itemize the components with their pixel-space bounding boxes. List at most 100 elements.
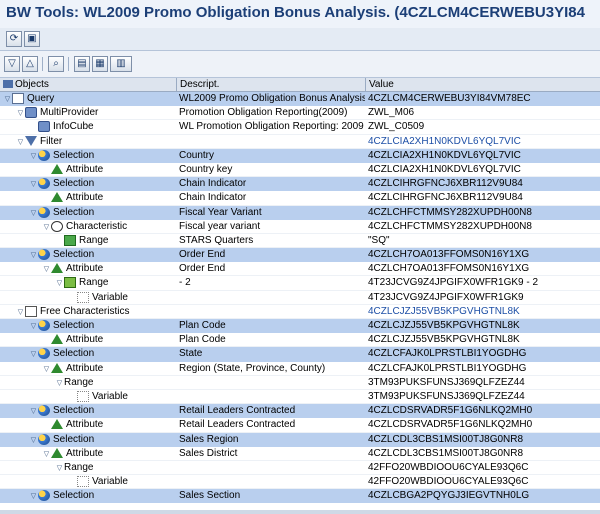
tree-row[interactable]: ▽ Selection Chain Indicator 4CZLCIHRGFNCJ6X…: [0, 177, 600, 192]
description-cell: WL2009 Promo Obligation Bonus Analysis.: [179, 93, 365, 104]
object-cell[interactable]: ▽ Free Characteristics: [0, 305, 192, 319]
tree-row[interactable]: ▽ Selection Country 4CZLCIA2XH1N0KDVL6YQL7V…: [0, 148, 600, 163]
expand-toggle-icon[interactable]: ▽: [29, 433, 38, 447]
object-cell[interactable]: ▽ Selection: [0, 347, 205, 361]
expand-toggle-icon[interactable]: ▽: [16, 305, 25, 319]
tree-row[interactable]: ▽ MultiProvider Promotion Obligation Repor…: [0, 106, 600, 121]
tree-row[interactable]: ▽ Selection Sales Region 4CZLCDL3CBS1MSI00T…: [0, 432, 600, 447]
tree-row[interactable]: ▽ Selection Retail Leaders Contracted 4CZLC…: [0, 404, 600, 419]
expand-toggle-icon[interactable]: ▽: [29, 206, 38, 220]
column-divider[interactable]: [176, 78, 177, 91]
tree-row[interactable]: Attribute Chain Indicator 4CZLCIHRGFNCJ6XB…: [0, 191, 600, 206]
description-cell: State: [179, 348, 203, 360]
object-label: Range: [79, 277, 109, 289]
layout-icon[interactable]: ▦: [92, 56, 108, 72]
tree-row[interactable]: ▽ Selection State 4CZLCFAJK0LPRSTLBI1YOGDHG: [0, 347, 600, 362]
tree-row[interactable]: ▽ Selection Order End 4CZLCH7OA013FFOMS0N16…: [0, 248, 600, 263]
object-tree[interactable]: ▽ Query WL2009 Promo Obligation Bonus Anal…: [0, 92, 600, 510]
tree-row[interactable]: Variable 3TM93PUKSFUNSJ369QLFZEZ44: [0, 389, 600, 405]
expand-toggle-icon[interactable]: ▽: [29, 149, 38, 163]
find-icon[interactable]: ⌕: [48, 56, 64, 72]
value-cell: 4CZLCHFCTMMSY282XUPDH00N8: [368, 206, 532, 218]
expand-toggle-icon[interactable]: ▽: [42, 262, 51, 276]
tree-row[interactable]: Variable 4T23JCVG9Z4JPGIFX0WFR1GK9: [0, 290, 600, 305]
object-cell[interactable]: ▽ Filter: [0, 135, 192, 149]
value-cell: 4CZLCIA2XH1N0KDVL6YQL7VIC: [368, 163, 521, 175]
object-cell[interactable]: Variable: [0, 475, 244, 489]
tree-row[interactable]: InfoCube WL Promotion Obligation Reportin…: [0, 120, 600, 135]
attribute-icon: [51, 163, 63, 174]
expand-toggle-icon[interactable]: ▽: [16, 106, 25, 120]
object-label: Free Characteristics: [40, 305, 130, 317]
tree-row[interactable]: ▽ Attribute Region (State, Province, Count…: [0, 361, 600, 376]
object-cell[interactable]: ▽ Selection: [0, 319, 205, 333]
expand-toggle-icon[interactable]: ▽: [55, 276, 64, 290]
tree-row[interactable]: Range STARS Quarters "SQ": [0, 233, 600, 249]
tree-row[interactable]: Attribute Retail Leaders Contracted 4CZLCD…: [0, 418, 600, 433]
expand-toggle-icon[interactable]: ▽: [16, 135, 25, 149]
tree-row[interactable]: Attribute Country key 4CZLCIA2XH1N0KDVL6YQ…: [0, 162, 600, 178]
save-icon[interactable]: ▣: [24, 31, 40, 47]
tree-row[interactable]: ▽ Selection Fiscal Year Variant 4CZLCHFCTMM…: [0, 205, 600, 220]
tree-row[interactable]: Variable 42FFO20WBDIOOU6CYALE93Q6C: [0, 475, 600, 490]
object-cell[interactable]: Variable: [0, 390, 244, 404]
expand-toggle-icon[interactable]: ▽: [29, 404, 38, 418]
value-cell: 3TM93PUKSFUNSJ369QLFZEZ44: [368, 376, 525, 388]
tree-toolbar: ▽ △ ⌕ ▤ ▦ ▥: [0, 51, 600, 78]
tree-row[interactable]: ▽ Filter 4CZLCIA2XH1N0KDVL6YQL7VIC: [0, 134, 600, 149]
object-cell[interactable]: ▽ Selection: [0, 149, 205, 163]
object-cell[interactable]: ▽ Range: [0, 376, 231, 390]
object-cell[interactable]: ▽ Query: [0, 92, 179, 106]
expand-toggle-icon[interactable]: ▽: [55, 376, 64, 390]
expand-toggle-icon[interactable]: ▽: [29, 347, 38, 361]
columns-icon[interactable]: ▥: [110, 56, 132, 72]
column-divider[interactable]: [365, 78, 366, 91]
object-cell[interactable]: ▽ Selection: [0, 404, 205, 418]
tree-row[interactable]: ▽ Free Characteristics 4CZLCJZJ55VB5KPGVHG…: [0, 304, 600, 319]
toolbar-separator: [42, 57, 43, 71]
horizontal-scrollbar[interactable]: [0, 510, 600, 514]
object-cell[interactable]: ▽ Selection: [0, 206, 205, 220]
characteristic-clock-icon: [51, 220, 63, 232]
tree-row[interactable]: ▽ Range - 2 4T23JCVG9Z4JPGIFX0WFR1GK9 - 2: [0, 276, 600, 291]
expand-toggle-icon[interactable]: ▽: [42, 220, 51, 234]
collapse-all-icon[interactable]: △: [22, 56, 38, 72]
column-objects[interactable]: Objects: [3, 79, 49, 90]
expand-toggle-icon[interactable]: ▽: [3, 92, 12, 106]
expand-all-icon[interactable]: ▽: [4, 56, 20, 72]
object-cell[interactable]: ▽ Selection: [0, 433, 205, 447]
tree-row[interactable]: ▽ Selection Plan Code 4CZLCJZJ55VB5KPGVHGTN…: [0, 319, 600, 334]
description-cell: - 2: [179, 277, 191, 289]
object-cell[interactable]: ▽ Selection: [0, 177, 205, 191]
tree-row[interactable]: Attribute Plan Code 4CZLCJZJ55VB5KPGVHGTNL…: [0, 333, 600, 348]
object-cell[interactable]: ▽ Selection: [0, 489, 205, 503]
tree-row[interactable]: ▽ Range 3TM93PUKSFUNSJ369QLFZEZ44: [0, 375, 600, 390]
refresh-icon[interactable]: ⟳: [6, 31, 22, 47]
tree-row[interactable]: ▽ Range 42FFO20WBDIOOU6CYALE93Q6C: [0, 460, 600, 476]
tree-row[interactable]: ▽ Query WL2009 Promo Obligation Bonus Anal…: [0, 92, 600, 107]
description-cell: Country key: [179, 163, 233, 175]
expand-toggle-icon[interactable]: ▽: [29, 319, 38, 333]
object-cell[interactable]: ▽ MultiProvider: [0, 106, 192, 120]
object-cell[interactable]: ▽ Range: [0, 461, 231, 475]
column-descript[interactable]: Descript.: [180, 79, 219, 90]
expand-toggle-icon[interactable]: ▽: [29, 248, 38, 262]
description-cell: Retail Leaders Contracted: [179, 419, 296, 431]
tree-row[interactable]: ▽ Attribute Sales District 4CZLCDL3CBS1MSI0…: [0, 446, 600, 461]
print-icon[interactable]: ▤: [74, 56, 90, 72]
object-label: Selection: [53, 320, 95, 331]
tree-row[interactable]: ▽ Attribute Order End 4CZLCH7OA013FFOMS0N16…: [0, 262, 600, 277]
expand-toggle-icon[interactable]: ▽: [29, 489, 38, 503]
expand-toggle-icon[interactable]: ▽: [55, 461, 64, 475]
tree-row[interactable]: ▽ Characteristic Fiscal year variant 4CZLCH…: [0, 219, 600, 234]
value-cell: 4CZLCH7OA013FFOMS0N16Y1XG: [368, 263, 530, 275]
column-value[interactable]: Value: [369, 79, 394, 90]
tree-row[interactable]: ▽ Selection Sales Section 4CZLCBGA2PQYGJ3IE…: [0, 489, 600, 504]
expand-toggle-icon[interactable]: ▽: [42, 447, 51, 461]
object-cell[interactable]: Variable: [0, 291, 244, 305]
expand-toggle-icon[interactable]: ▽: [29, 177, 38, 191]
object-cell[interactable]: InfoCube: [0, 120, 205, 134]
column-header: Objects Descript. Value: [0, 78, 600, 92]
object-cell[interactable]: ▽ Selection: [0, 248, 205, 262]
expand-toggle-icon[interactable]: ▽: [42, 362, 51, 376]
